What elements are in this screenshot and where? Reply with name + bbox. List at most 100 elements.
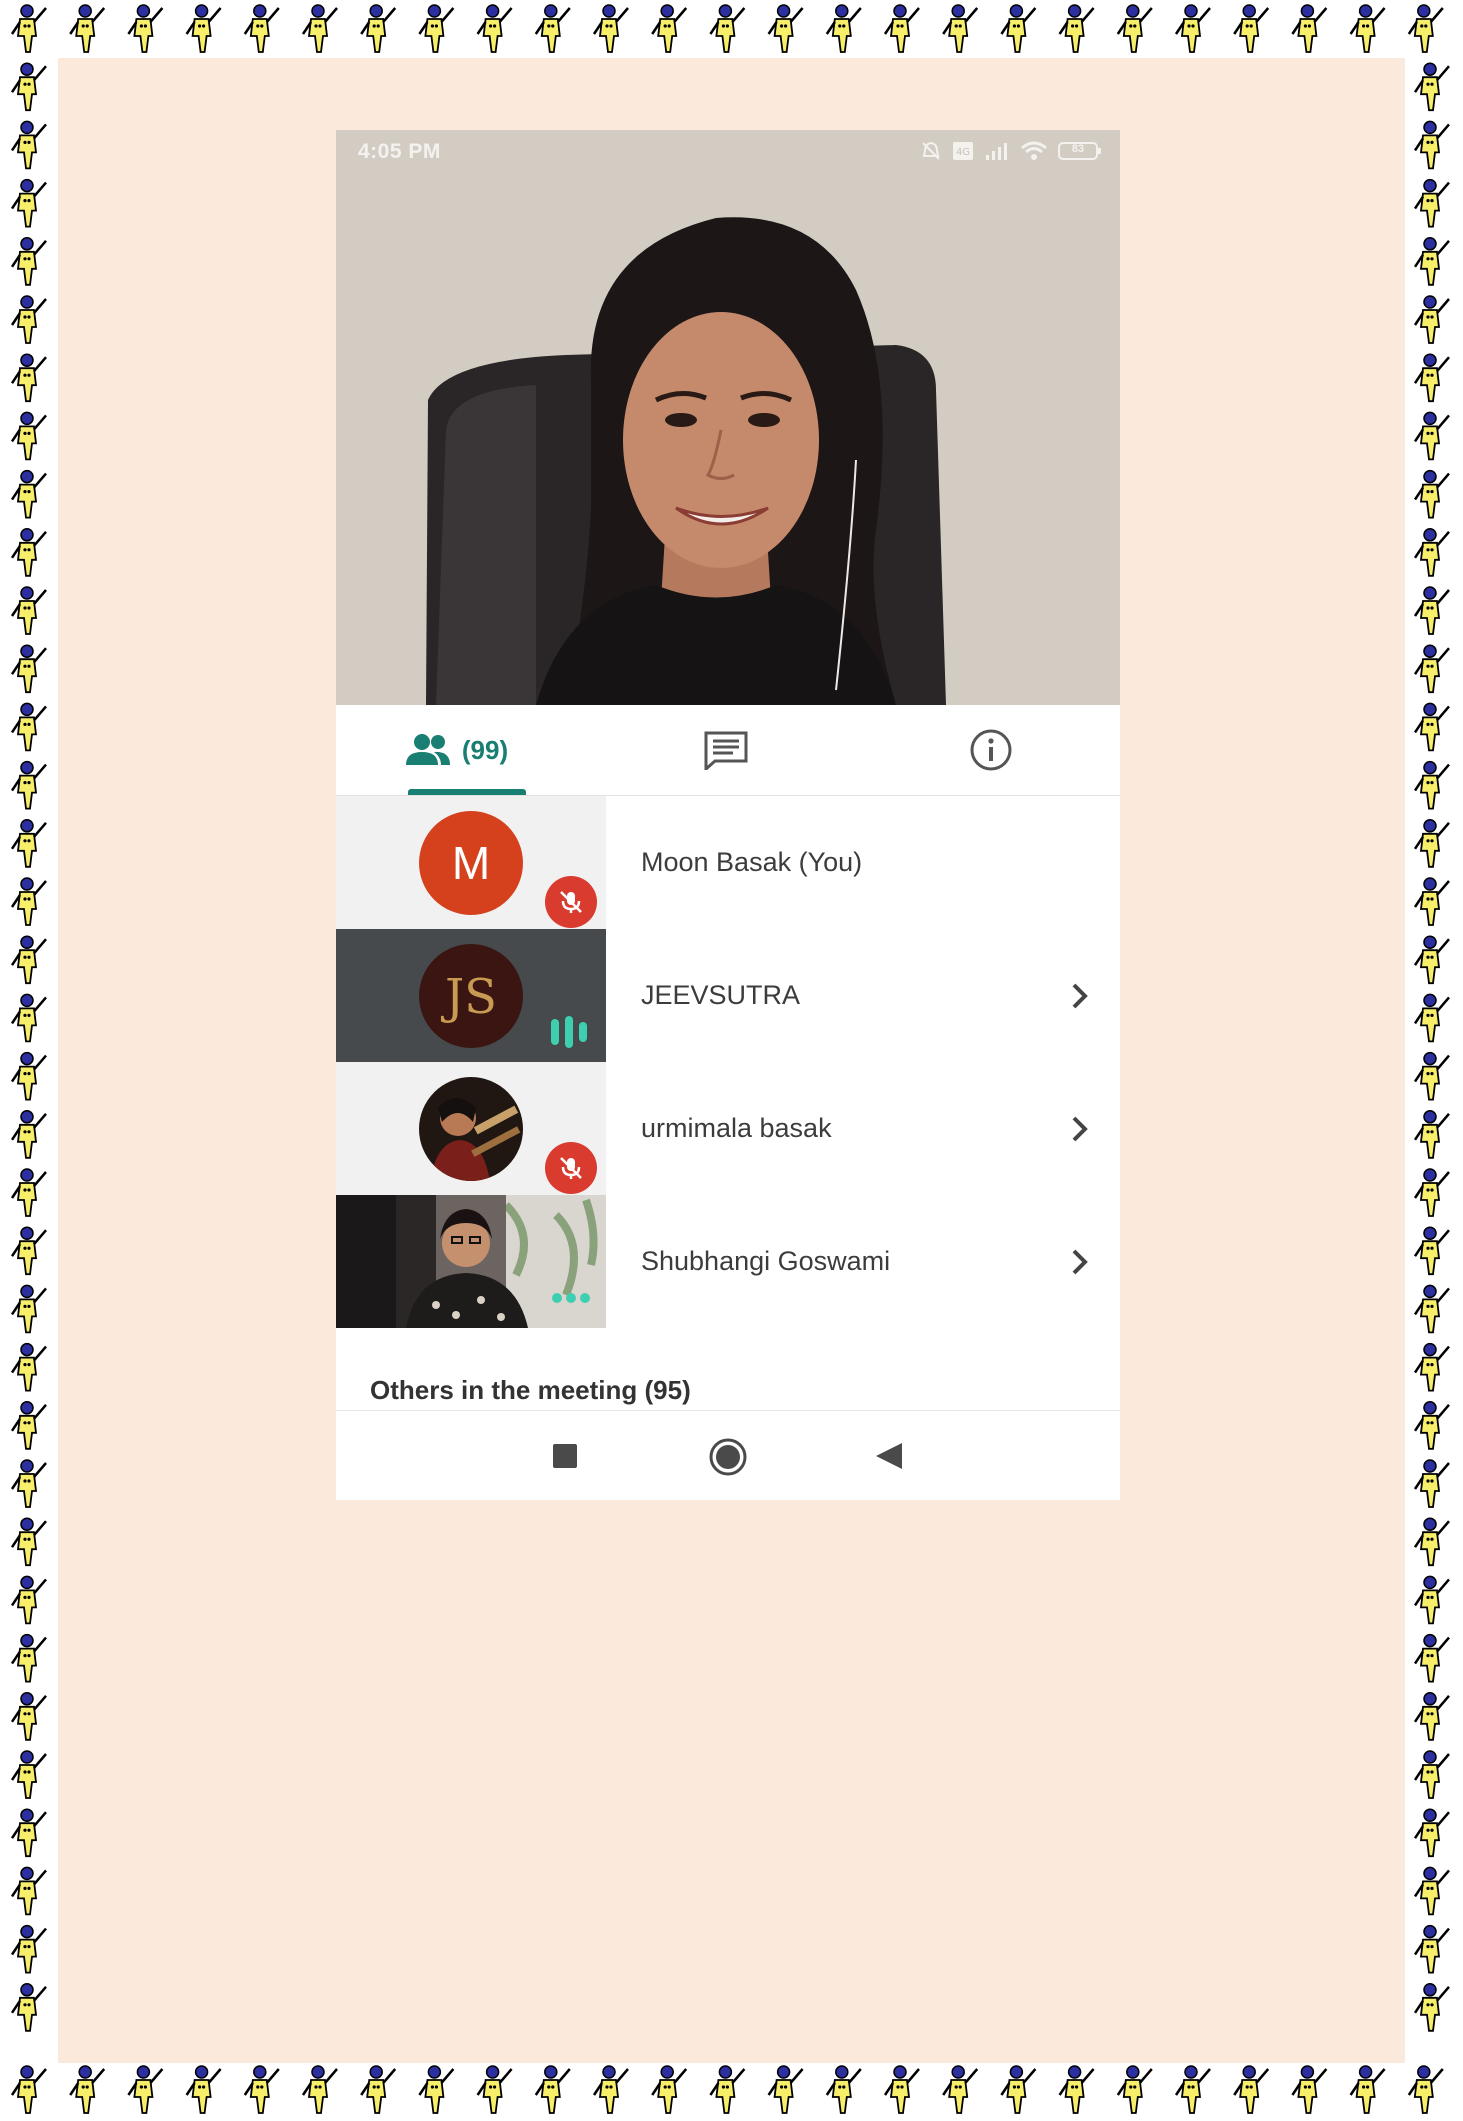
- participant-video-image: [336, 1195, 606, 1328]
- border-figure-icon: [1413, 1110, 1450, 1159]
- border-figure-icon: [243, 4, 280, 53]
- border-figure-icon: [69, 4, 106, 53]
- chevron-right-icon[interactable]: [1066, 1112, 1092, 1146]
- border-figure-icon: [10, 295, 47, 344]
- tab-people[interactable]: (99): [386, 705, 526, 795]
- border-figure-icon: [1413, 528, 1450, 577]
- border-figure-icon: [592, 2065, 629, 2114]
- border-figure-icon: [1413, 120, 1450, 170]
- border-figure-icon: [10, 1051, 47, 1101]
- border-figure-icon: [1413, 819, 1450, 868]
- participant-row[interactable]: urmimala basak: [336, 1062, 1120, 1195]
- border-figure-icon: [10, 935, 47, 985]
- volte-icon: 4G: [953, 142, 973, 160]
- muted-mic-icon: [545, 1142, 597, 1194]
- border-figure-icon: [1413, 1168, 1450, 1217]
- border-figure-icon: [418, 4, 455, 53]
- home-circle-icon[interactable]: [708, 1437, 748, 1477]
- border-figure-icon: [10, 702, 47, 752]
- participant-thumbnail: [336, 1195, 606, 1328]
- active-dots-icon: [552, 1293, 590, 1303]
- border-figure-icon: [1349, 4, 1386, 53]
- tab-info[interactable]: [931, 705, 1051, 795]
- border-figure-icon: [1413, 877, 1450, 926]
- participant-name: urmimala basak: [641, 1113, 832, 1143]
- border-figure-icon: [1413, 1808, 1450, 1858]
- border-figure-icon: [10, 1808, 47, 1858]
- wifi-icon: [1021, 141, 1047, 160]
- border-figure-icon: [1413, 993, 1450, 1043]
- border-figure-icon: [10, 1517, 47, 1567]
- border-figure-icon: [767, 4, 804, 53]
- others-in-meeting-heading: Others in the meeting (95): [370, 1375, 691, 1405]
- border-figure-icon: [1407, 2065, 1444, 2114]
- border-figure-icon: [942, 2065, 979, 2114]
- border-figure-icon: [1413, 62, 1450, 112]
- border-figure-icon: [1413, 1750, 1450, 1799]
- border-figure-icon: [127, 2065, 164, 2114]
- participant-name: JEEVSUTRA: [641, 980, 801, 1010]
- participant-row[interactable]: JS JEEVSUTRA: [336, 929, 1120, 1062]
- back-triangle-icon[interactable]: [874, 1441, 904, 1471]
- border-figure-icon: [10, 586, 47, 635]
- border-figure-icon: [651, 4, 688, 53]
- border-figure-icon: [1413, 1284, 1450, 1334]
- border-figure-icon: [534, 2065, 571, 2114]
- border-figure-icon: [1413, 178, 1450, 228]
- border-figure-icon: [1413, 1517, 1450, 1567]
- border-figure-icon: [942, 4, 979, 53]
- border-figure-icon: [10, 644, 47, 694]
- border-figure-icon: [534, 4, 571, 53]
- border-figure-icon: [10, 1983, 47, 2032]
- border-figure-icon: [301, 2065, 338, 2114]
- border-figure-icon: [10, 1866, 47, 1916]
- border-figure-icon: [1413, 760, 1450, 810]
- border-figure-icon: [10, 1459, 47, 1508]
- muted-mic-icon: [545, 876, 597, 928]
- mute-bell-icon: [922, 141, 940, 160]
- chevron-right-icon[interactable]: [1066, 1245, 1092, 1279]
- status-time: 4:05 PM: [358, 140, 441, 163]
- border-figure-icon: [1413, 411, 1450, 461]
- border-figure-icon: [1291, 2065, 1328, 2114]
- border-figure-icon: [1413, 237, 1450, 286]
- border-figure-icon: [1000, 4, 1037, 53]
- participant-row[interactable]: Shubhangi Goswami: [336, 1195, 1120, 1328]
- info-icon: [970, 729, 1012, 771]
- border-figure-icon: [1174, 2065, 1211, 2114]
- border-figure-icon: [10, 1401, 47, 1450]
- border-figure-icon: [709, 2065, 746, 2114]
- chat-icon: [704, 731, 748, 770]
- border-figure-icon: [1413, 586, 1450, 635]
- border-figure-icon: [185, 4, 222, 53]
- border-figure-icon: [767, 2065, 804, 2114]
- border-figure-icon: [883, 2065, 920, 2114]
- people-count: (99): [461, 734, 509, 765]
- border-figure-icon: [592, 4, 629, 53]
- tab-chat[interactable]: [666, 705, 786, 795]
- border-figure-icon: [1058, 4, 1095, 53]
- border-figure-icon: [185, 2065, 222, 2114]
- active-tab-indicator: [408, 789, 526, 795]
- status-icons: 4G 83: [920, 140, 1102, 162]
- border-figure-icon: [1413, 1692, 1450, 1741]
- border-figure-icon: [10, 1692, 47, 1741]
- border-figure-icon: [10, 1924, 47, 1974]
- border-figure-icon: [1413, 1051, 1450, 1101]
- border-figure-icon: [476, 4, 513, 53]
- border-figure-icon: [360, 2065, 397, 2114]
- border-figure-icon: [1413, 644, 1450, 694]
- chevron-right-icon[interactable]: [1066, 979, 1092, 1013]
- border-figure-icon: [10, 411, 47, 461]
- border-figure-icon: [1413, 1983, 1450, 2032]
- border-figure-icon: [10, 469, 47, 519]
- border-figure-icon: [10, 1575, 47, 1625]
- border-figure-icon: [10, 353, 47, 403]
- main-video-feed[interactable]: 4:05 PM 4G 83: [336, 130, 1120, 705]
- recents-square-icon[interactable]: [552, 1443, 578, 1469]
- border-figure-icon: [360, 4, 397, 53]
- border-figure-icon: [69, 2065, 106, 2114]
- border-figure-icon: [10, 760, 47, 810]
- border-figure-icon: [10, 877, 47, 926]
- border-figure-icon: [1413, 935, 1450, 985]
